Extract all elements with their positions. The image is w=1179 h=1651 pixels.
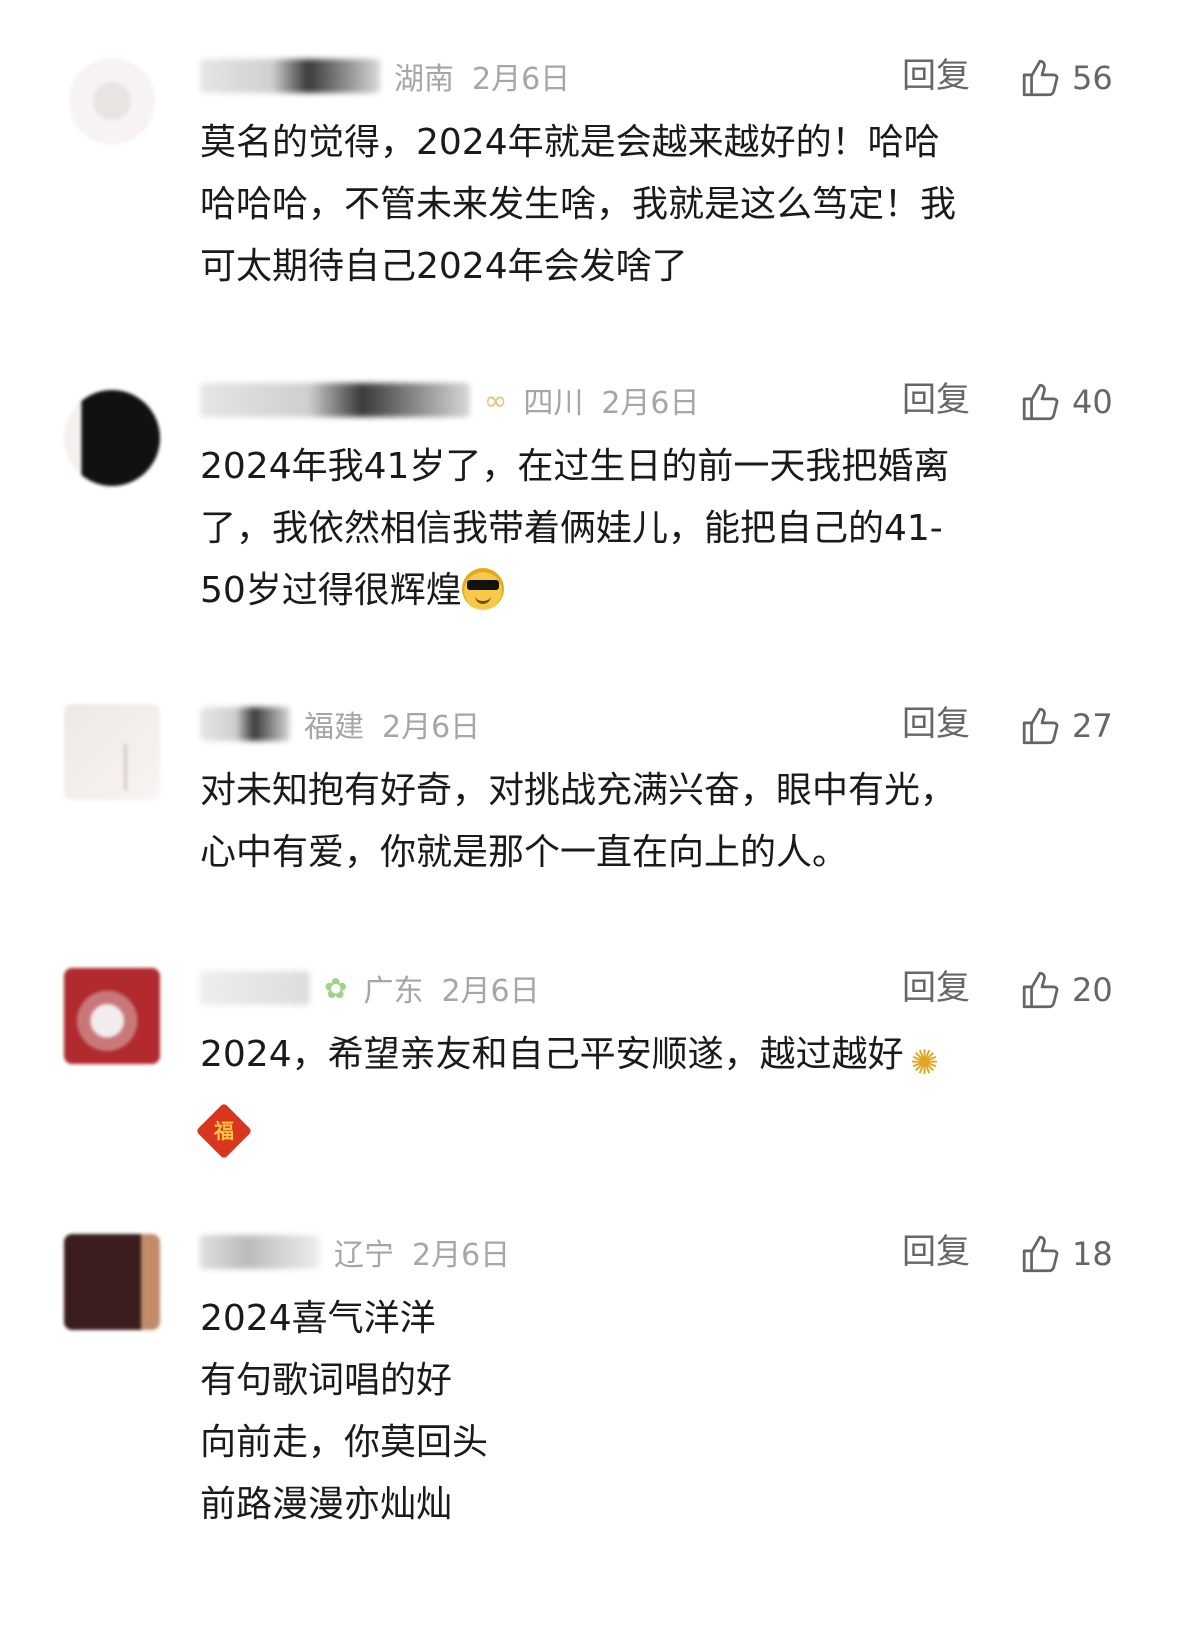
username-redacted[interactable]: [200, 59, 380, 93]
like-count: 56: [1072, 59, 1113, 97]
thumbs-up-icon: [1022, 383, 1059, 421]
thumbs-up-icon: [1022, 59, 1059, 97]
sunglasses-emoji: [461, 568, 504, 610]
like-count: 27: [1072, 707, 1113, 745]
date: 2月6日: [382, 710, 481, 745]
avatar[interactable]: [64, 58, 160, 154]
comment-text: 对未知抱有好奇，对挑战充满兴奋，眼中有光， 心中有爱，你就是那个一直在向上的人。: [200, 760, 1120, 884]
avatar[interactable]: [64, 968, 160, 1064]
avatar[interactable]: [64, 390, 160, 486]
comment-line: 有句歌词唱的好: [200, 1360, 453, 1401]
comment-line: 2024年我41岁了，在过生日的前一天我把婚离: [200, 446, 950, 487]
like-button[interactable]: 27: [1020, 698, 1113, 754]
comment-line: 前路漫漫亦灿灿: [200, 1484, 453, 1525]
comment-line: 向前走，你莫回头: [200, 1422, 489, 1463]
fu-diamond-emoji: 福: [195, 1102, 253, 1160]
comment-text: 莫名的觉得，2024年就是会越来越好的！哈哈 哈哈哈，不管未来发生啥，我就是这么…: [200, 112, 1120, 298]
avatar[interactable]: [64, 1234, 160, 1330]
comment-text: 2024年我41岁了，在过生日的前一天我把婚离 了，我依然相信我带着俩娃儿，能把…: [200, 436, 1120, 622]
location: 辽宁: [334, 1238, 394, 1273]
comment-line: 了，我依然相信我带着俩娃儿，能把自己的41-: [200, 508, 943, 549]
comment-meta: 辽宁 2月6日: [200, 1224, 510, 1280]
ribbon-icon: ∞: [484, 383, 508, 417]
comment-line: 哈哈哈，不管未来发生啥，我就是这么笃定！我: [200, 184, 957, 225]
comment-line: 2024，希望亲友和自己平安顺遂，越过越好 ✺: [200, 1024, 1120, 1086]
comment-line: 2024喜气洋洋: [200, 1298, 436, 1339]
date: 2月6日: [472, 62, 571, 97]
location: 福建: [304, 710, 364, 745]
thumbs-up-icon: [1022, 707, 1059, 745]
reply-button[interactable]: 回复: [902, 696, 970, 752]
location: 湖南: [394, 62, 454, 97]
comment-line: 可太期待自己2024年会发啥了: [200, 246, 688, 287]
username-redacted[interactable]: [200, 383, 470, 417]
comment-line: 对未知抱有好奇，对挑战充满兴奋，眼中有光，: [200, 770, 957, 811]
comment-meta: 湖南 2月6日: [200, 48, 570, 104]
comment-meta: 福建 2月6日: [200, 696, 480, 752]
clover-icon: ✿: [324, 971, 348, 1005]
comment-line: 福: [195, 1086, 1120, 1160]
reply-button[interactable]: 回复: [902, 960, 970, 1016]
username-redacted[interactable]: [200, 971, 310, 1005]
comment-meta: ✿ 广东 2月6日: [200, 960, 540, 1016]
comment-text: 2024喜气洋洋 有句歌词唱的好 向前走，你莫回头 前路漫漫亦灿灿: [200, 1288, 1120, 1536]
comment-line: 心中有爱，你就是那个一直在向上的人。: [200, 832, 849, 873]
location: 广东: [363, 974, 424, 1009]
like-count: 40: [1072, 383, 1113, 421]
date: 2月6日: [601, 386, 700, 421]
like-count: 18: [1072, 1235, 1113, 1273]
reply-button[interactable]: 回复: [902, 1224, 970, 1280]
thumbs-up-icon: [1022, 971, 1059, 1009]
like-count: 20: [1072, 971, 1113, 1009]
reply-button[interactable]: 回复: [902, 48, 970, 104]
username-redacted[interactable]: [200, 707, 290, 741]
reply-button[interactable]: 回复: [902, 372, 970, 428]
avatar[interactable]: [64, 704, 160, 800]
username-redacted[interactable]: [200, 1235, 320, 1269]
comment-meta: ∞ 四川 2月6日: [200, 372, 700, 428]
thumbs-up-icon: [1022, 1235, 1059, 1273]
like-button[interactable]: 20: [1020, 962, 1113, 1018]
date: 2月6日: [441, 974, 540, 1009]
like-button[interactable]: 40: [1020, 374, 1113, 430]
fireworks-emoji: ✺: [910, 1043, 939, 1083]
comment-line: 50岁过得很辉煌: [200, 560, 1120, 622]
date: 2月6日: [412, 1238, 511, 1273]
like-button[interactable]: 56: [1020, 50, 1113, 106]
comment-line-text: 2024，希望亲友和自己平安顺遂，越过越好: [200, 1034, 904, 1075]
location: 四川: [523, 386, 584, 421]
comment-text: 2024，希望亲友和自己平安顺遂，越过越好 ✺ 福: [195, 1024, 1120, 1160]
comment-line: 莫名的觉得，2024年就是会越来越好的！哈哈: [200, 122, 940, 163]
like-button[interactable]: 18: [1020, 1226, 1113, 1282]
comment-line-text: 50岁过得很辉煌: [200, 570, 462, 611]
